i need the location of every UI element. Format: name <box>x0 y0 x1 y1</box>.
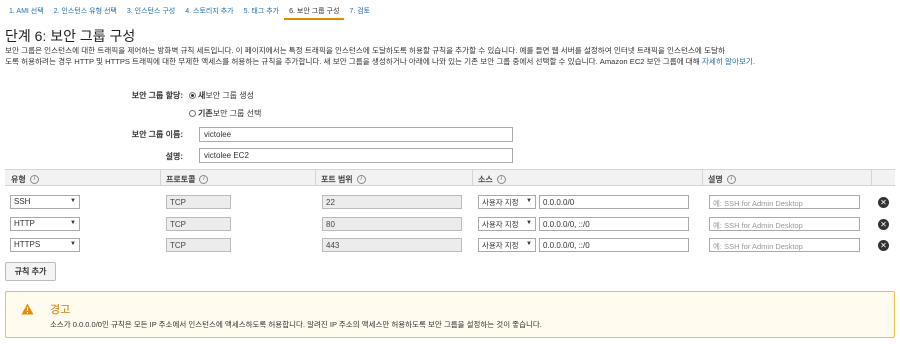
radio-existing-security-group[interactable]: 기존 보안 그룹 선택 <box>189 108 261 119</box>
header-source: 소스 i <box>478 174 506 185</box>
rule-port-range: 22 <box>322 195 462 209</box>
rule-type-select[interactable]: SSH ▼ <box>10 195 80 209</box>
rules-table-header: 유형 i 프로토콜 i 포트 범위 i 소스 i 설명 i <box>5 169 895 186</box>
description-line-1: 보안 그룹은 인스턴스에 대한 트래픽을 제어하는 방화벽 규칙 세트입니다. … <box>5 46 725 55</box>
info-icon[interactable]: i <box>356 175 366 184</box>
step-add-storage[interactable]: 4. 스토리지 추가 <box>180 0 238 20</box>
info-icon[interactable]: i <box>496 175 506 184</box>
rule-type-select[interactable]: HTTPS ▼ <box>10 238 80 252</box>
step-instance-type[interactable]: 2. 인스턴스 유형 선택 <box>49 0 122 20</box>
header-port-range: 포트 범위 i <box>321 174 366 185</box>
dropdown-arrow-icon: ▼ <box>526 241 532 247</box>
info-icon[interactable]: i <box>199 175 209 184</box>
info-icon[interactable]: i <box>29 175 39 184</box>
rule-source-mode-select[interactable]: 사용자 지정 ▼ <box>478 238 536 252</box>
rule-protocol: TCP <box>166 195 231 209</box>
step-security-group[interactable]: 6. 보안 그룹 구성 <box>284 0 345 20</box>
radio-new-label: 보안 그룹 생성 <box>205 91 254 100</box>
step-review[interactable]: 7. 검토 <box>344 0 375 20</box>
warning-title: 경고 <box>50 304 71 316</box>
page-description: 보안 그룹은 인스턴스에 대한 트래픽을 제어하는 방화벽 규칙 세트입니다. … <box>5 45 895 67</box>
step-configure-instance[interactable]: 3. 인스턴스 구성 <box>122 0 180 20</box>
column-divider <box>315 170 316 185</box>
step-add-tags[interactable]: 5. 태그 추가 <box>239 0 285 20</box>
security-group-name-input[interactable] <box>199 127 513 142</box>
rule-description-input[interactable]: 예: SSH for Admin Desktop <box>709 238 860 252</box>
rule-type-select[interactable]: HTTP ▼ <box>10 217 80 231</box>
column-divider <box>871 170 872 185</box>
radio-existing-label: 보안 그룹 선택 <box>212 109 262 118</box>
column-divider <box>702 170 703 185</box>
description-line-2: 도록 허용하려는 경우 HTTP 및 HTTPS 트래픽에 대한 무제한 액세스… <box>5 57 702 66</box>
rule-port-range: 443 <box>322 238 462 252</box>
radio-existing-bold: 기존 <box>198 109 213 118</box>
description-end: . <box>752 57 756 66</box>
radio-new-bold: 새 <box>198 91 206 100</box>
rule-source-input[interactable]: 0.0.0.0/0, ::/0 <box>539 238 689 252</box>
warning-text: 소스가 0.0.0.0/0인 규칙은 모든 IP 주소에서 인스턴스에 액세스하… <box>50 320 542 329</box>
rule-source-input[interactable]: 0.0.0.0/0, ::/0 <box>539 217 689 231</box>
delete-rule-icon[interactable]: ✕ <box>878 219 889 230</box>
add-rule-button[interactable]: 규칙 추가 <box>5 262 56 281</box>
dropdown-arrow-icon: ▼ <box>526 198 532 204</box>
security-group-name-label: 보안 그룹 이름: <box>131 130 183 139</box>
radio-new-security-group[interactable]: 새 보안 그룹 생성 <box>189 90 254 101</box>
dropdown-arrow-icon: ▼ <box>70 198 76 204</box>
wizard-steps: 1. AMI 선택 2. 인스턴스 유형 선택 3. 인스턴스 구성 4. 스토… <box>0 0 900 20</box>
description-label: 설명: <box>165 152 183 161</box>
delete-rule-icon[interactable]: ✕ <box>878 197 889 208</box>
learn-more-link[interactable]: 자세히 알아보기 <box>702 57 753 66</box>
rule-source-input[interactable]: 0.0.0.0/0 <box>539 195 689 209</box>
rule-port-range: 80 <box>322 217 462 231</box>
delete-rule-icon[interactable]: ✕ <box>878 240 889 251</box>
dropdown-arrow-icon: ▼ <box>70 241 76 247</box>
column-divider <box>472 170 473 185</box>
rule-protocol: TCP <box>166 217 231 231</box>
radio-selected-icon <box>189 92 196 99</box>
info-icon[interactable]: i <box>726 175 736 184</box>
rule-protocol: TCP <box>166 238 231 252</box>
dropdown-arrow-icon: ▼ <box>70 220 76 226</box>
rule-description-input[interactable]: 예: SSH for Admin Desktop <box>709 195 860 209</box>
header-type: 유형 i <box>11 174 39 185</box>
page-title: 단계 6: 보안 그룹 구성 <box>5 28 136 44</box>
security-group-description-input[interactable] <box>199 148 513 163</box>
radio-unselected-icon <box>189 110 196 117</box>
step-ami[interactable]: 1. AMI 선택 <box>4 0 49 20</box>
header-protocol: 프로토콜 i <box>166 174 209 185</box>
header-description: 설명 i <box>708 174 736 185</box>
warning-triangle-icon <box>21 303 34 317</box>
warning-alert: 경고 소스가 0.0.0.0/0인 규칙은 모든 IP 주소에서 인스턴스에 액… <box>5 291 895 338</box>
rule-source-mode-select[interactable]: 사용자 지정 ▼ <box>478 217 536 231</box>
dropdown-arrow-icon: ▼ <box>526 220 532 226</box>
assign-label: 보안 그룹 할당: <box>131 91 183 100</box>
rule-description-input[interactable]: 예: SSH for Admin Desktop <box>709 217 860 231</box>
column-divider <box>160 170 161 185</box>
rule-source-mode-select[interactable]: 사용자 지정 ▼ <box>478 195 536 209</box>
